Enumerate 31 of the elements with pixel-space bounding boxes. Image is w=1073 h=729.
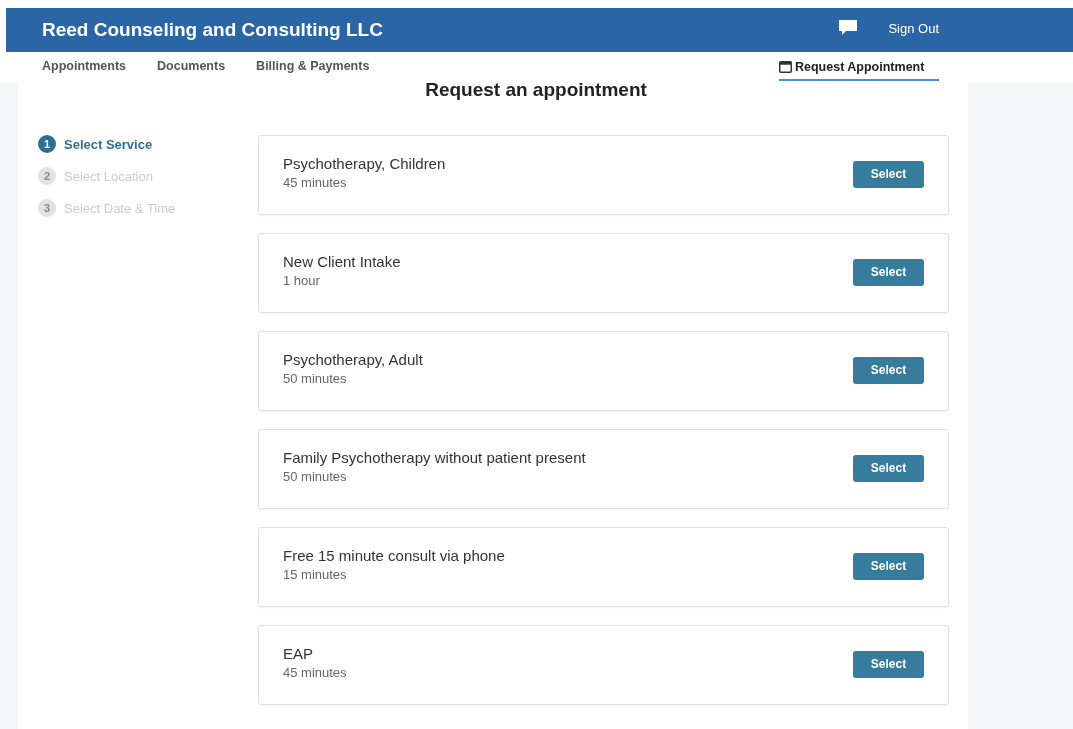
page-title: Request an appointment: [424, 82, 648, 102]
service-name: New Client Intake: [283, 252, 401, 270]
nav-tab[interactable]: Documents: [157, 53, 226, 81]
select-button[interactable]: Select: [853, 356, 924, 384]
nav-tab[interactable]: Appointments: [42, 53, 127, 81]
step-number: 2: [38, 167, 56, 185]
service-name: Family Psychotherapy without patient present: [283, 448, 586, 466]
select-button[interactable]: Select: [853, 650, 924, 678]
site-title: Reed Counseling and Consulting LLC: [42, 19, 383, 41]
service-duration: 1 hour: [283, 272, 321, 288]
select-button[interactable]: Select: [853, 552, 924, 580]
chat-icon[interactable]: [838, 19, 859, 37]
service-name: Psychotherapy, Children: [283, 154, 446, 172]
service-name: EAP: [283, 644, 314, 662]
service-duration: 50 minutes: [283, 370, 348, 386]
nav-tab[interactable]: Billing & Payments: [256, 53, 370, 81]
step-label: Select Service: [64, 136, 153, 152]
service-duration: 50 minutes: [283, 468, 348, 484]
service-duration: 45 minutes: [283, 664, 347, 680]
select-button[interactable]: Select: [853, 454, 924, 482]
step-number: 3: [38, 199, 56, 217]
select-button[interactable]: Select: [853, 258, 924, 286]
step-number: 1: [38, 135, 56, 153]
calendar-icon: [779, 60, 792, 73]
service-duration: 15 minutes: [283, 566, 348, 582]
request-appointment-tab[interactable]: Request Appointment: [779, 53, 939, 81]
service-duration: 45 minutes: [283, 174, 348, 190]
sign-out-link[interactable]: Sign Out: [888, 20, 939, 36]
service-name: Free 15 minute consult via phone: [283, 546, 505, 564]
select-button[interactable]: Select: [853, 160, 924, 188]
service-name: Psychotherapy, Adult: [283, 350, 423, 368]
